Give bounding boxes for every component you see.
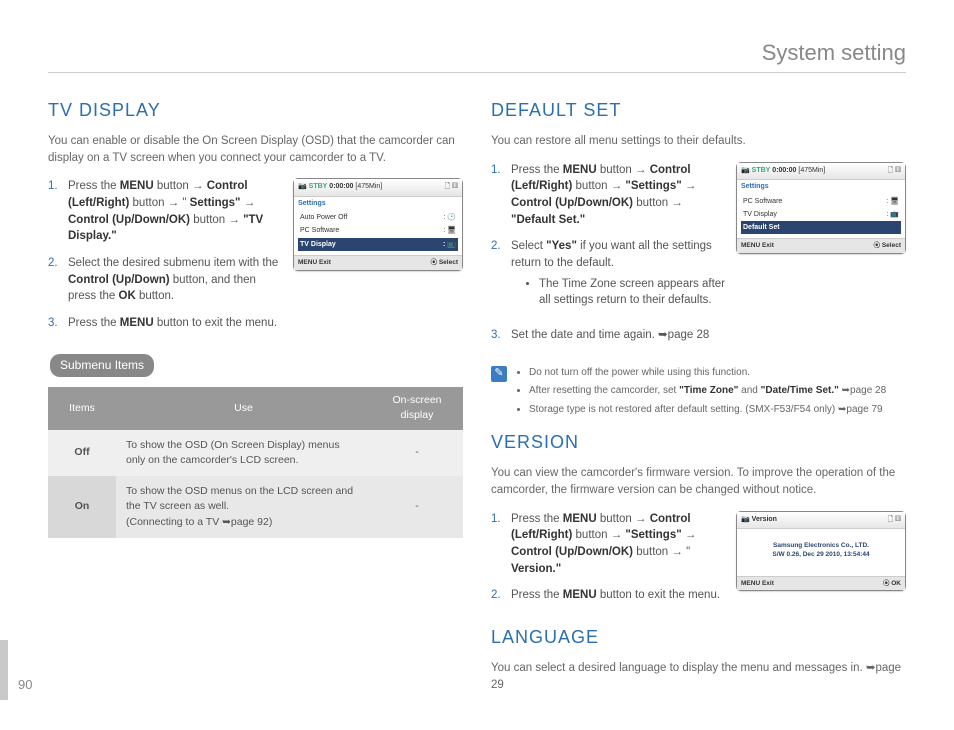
v-step-2: Press the MENU button to exit the menu. <box>511 587 728 604</box>
language-heading: LANGUAGE <box>491 624 906 650</box>
tv-display-screenshot: 📷 STBY 0:00:00 [475Min] 🗋 ▥ Settings Aut… <box>293 178 463 270</box>
sc-row-2: PC Software <box>300 226 339 236</box>
note-3: Storage type is not restored after defau… <box>529 403 886 418</box>
ds-step-2: Select "Yes" if you want all the setting… <box>511 238 728 317</box>
note-1: Do not turn off the power while using th… <box>529 366 886 381</box>
row-on-label: On <box>48 476 116 538</box>
row-on-use: To show the OSD menus on the LCD screen … <box>116 476 371 538</box>
ds-num-3: 3. <box>491 327 505 344</box>
version-screenshot: 📷 Version 🗋 ▥ Samsung Electronics Co., L… <box>736 511 906 591</box>
sc-settings-label: Settings <box>298 199 458 209</box>
right-column: DEFAULT SET You can restore all menu set… <box>491 91 906 706</box>
tv-display-heading: TV DISPLAY <box>48 97 463 123</box>
row-on-osd: - <box>371 476 463 538</box>
step-num-2: 2. <box>48 255 62 305</box>
v-step-1: Press the MENU button → Control (Left/Ri… <box>511 511 728 578</box>
sc-select: ⦿ Select <box>431 258 458 267</box>
page-side-tab <box>0 640 8 700</box>
default-set-intro: You can restore all menu settings to the… <box>491 133 906 150</box>
th-osd: On-screen display <box>371 387 463 429</box>
tv-step-1: Press the MENU button → Control (Left/Ri… <box>68 178 285 245</box>
note-icon: ✎ <box>491 366 507 382</box>
row-off-label: Off <box>48 430 116 476</box>
sc-row-3: TV Display <box>300 240 336 250</box>
step-num-1: 1. <box>48 178 62 245</box>
sc-stby: STBY <box>309 183 328 190</box>
page-header: System setting <box>48 40 906 73</box>
ds-num-1: 1. <box>491 162 505 229</box>
ds-step-3: Set the date and time again. ➥page 28 <box>511 327 906 344</box>
tv-step-3: Press the MENU button to exit the menu. <box>68 315 463 332</box>
table-row: On To show the OSD menus on the LCD scre… <box>48 476 463 538</box>
left-column: TV DISPLAY You can enable or disable the… <box>48 91 463 706</box>
tv-display-intro: You can enable or disable the On Screen … <box>48 133 463 166</box>
row-off-use: To show the OSD (On Screen Display) menu… <box>116 430 371 476</box>
default-set-heading: DEFAULT SET <box>491 97 906 123</box>
sc-min: [475Min] <box>355 183 382 190</box>
th-items: Items <box>48 387 116 429</box>
language-intro: You can select a desired language to dis… <box>491 660 906 693</box>
ds-step-1: Press the MENU button → Control (Left/Ri… <box>511 162 728 229</box>
th-use: Use <box>116 387 371 429</box>
row-off-osd: - <box>371 430 463 476</box>
default-set-screenshot: 📷 STBY 0:00:00 [475Min] 🗋 ▥ Settings PC … <box>736 162 906 254</box>
version-intro: You can view the camcorder's firmware ve… <box>491 465 906 498</box>
ds-step-2-bullet: The Time Zone screen appears after all s… <box>539 276 728 309</box>
version-line-2: S/W 0.26, Dec 29 2010, 13:54:44 <box>741 550 901 559</box>
note-block: ✎ Do not turn off the power while using … <box>491 366 906 422</box>
page-number: 90 <box>18 677 32 692</box>
v-num-2: 2. <box>491 587 505 604</box>
version-line-1: Samsung Electronics Co., LTD. <box>741 541 901 550</box>
submenu-table: Items Use On-screen display Off To show … <box>48 387 463 538</box>
table-row: Off To show the OSD (On Screen Display) … <box>48 430 463 476</box>
version-heading: VERSION <box>491 429 906 455</box>
step-num-3: 3. <box>48 315 62 332</box>
ds-num-2: 2. <box>491 238 505 317</box>
v-num-1: 1. <box>491 511 505 578</box>
sc-exit: MENU Exit <box>298 258 331 267</box>
tv-step-2: Select the desired submenu item with the… <box>68 255 285 305</box>
submenu-items-badge: Submenu Items <box>50 354 154 377</box>
note-2: After resetting the camcorder, set "Time… <box>529 384 886 399</box>
sc-time: 0:00:00 <box>329 183 353 190</box>
sc-row-1: Auto Power Off <box>300 213 347 223</box>
